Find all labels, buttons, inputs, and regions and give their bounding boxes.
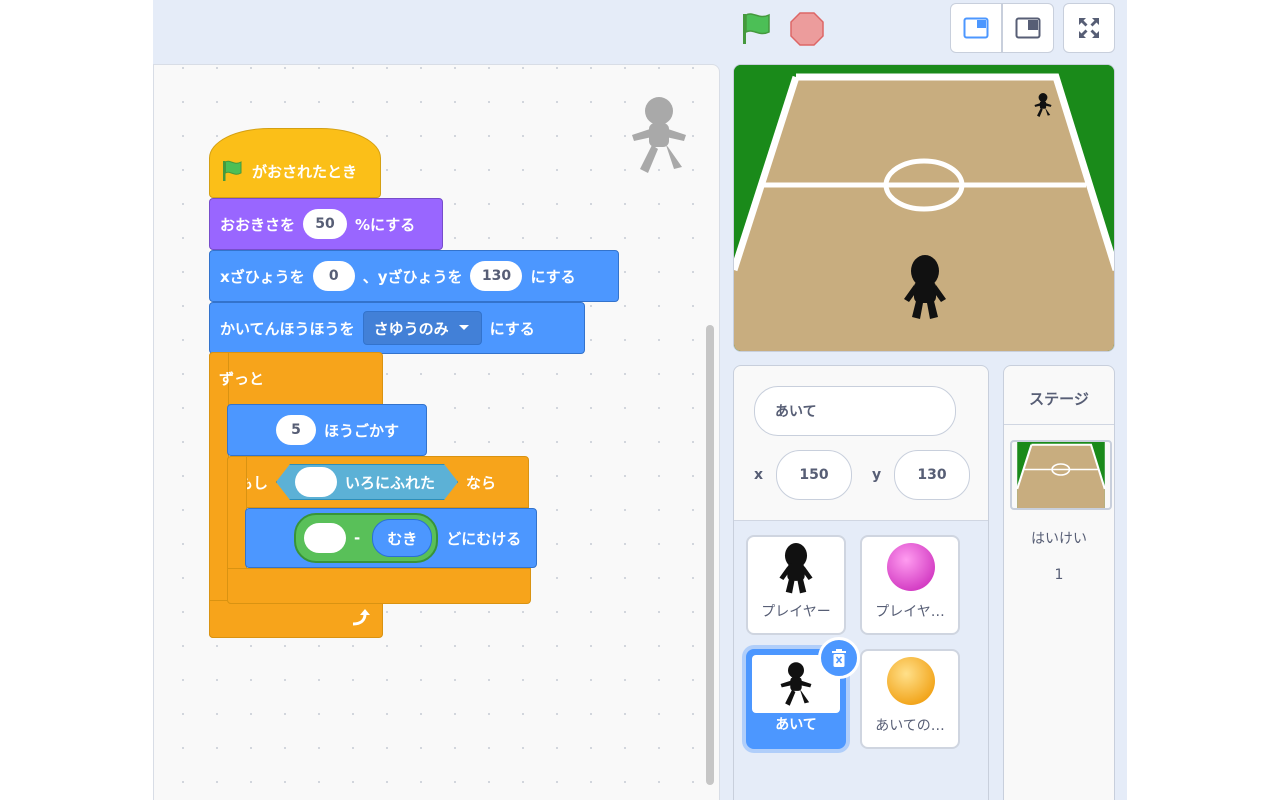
pink-ball-icon — [887, 543, 935, 591]
player-silhouette-icon — [779, 543, 813, 594]
fullscreen-icon — [1079, 18, 1099, 38]
goto-prefix: xざひょうを — [220, 267, 305, 286]
backdrop-label: はいけい — [1031, 531, 1087, 547]
move-steps-block[interactable]: 5 ほうごかす — [227, 404, 427, 456]
sprite-list: プレイヤー プレイヤ… あいて あいての… — [734, 520, 988, 800]
hat-label: がおされたとき — [252, 162, 358, 181]
set-size-suffix: %にする — [355, 215, 416, 234]
x-position-value: 150 — [799, 467, 829, 483]
rotation-suffix: にする — [489, 319, 535, 338]
y-label: y — [872, 467, 882, 483]
loop-arrow-icon — [352, 609, 370, 626]
delete-sprite-button[interactable] — [818, 637, 860, 679]
small-stage-button[interactable] — [950, 3, 1002, 53]
when-flag-clicked-block[interactable]: がおされたとき — [209, 128, 381, 198]
set-rotation-style-block[interactable]: かいてんほうほうを さゆうのみ にする — [209, 302, 585, 354]
green-flag-icon — [743, 13, 770, 44]
steps-input[interactable]: 5 — [276, 415, 316, 445]
color-swatch[interactable] — [295, 467, 337, 497]
y-input[interactable]: 130 — [470, 261, 523, 291]
large-stage-icon — [1015, 17, 1041, 39]
left-margin — [0, 0, 153, 800]
backdrop-thumbnail — [1010, 440, 1112, 510]
green-flag-button[interactable] — [739, 10, 773, 46]
sprite-tile-label: あいての… — [875, 718, 945, 734]
touching-color-block[interactable]: いろにふれた — [276, 464, 458, 500]
point-in-direction-block[interactable]: - むき どにむける — [245, 508, 537, 568]
sprite-tile-label: あいて — [775, 717, 817, 733]
subtract-operator-block[interactable]: - むき — [294, 513, 439, 563]
workspace-scrollbar[interactable] — [706, 325, 714, 785]
goto-suffix: にする — [530, 267, 576, 286]
forever-label: ずっと — [219, 370, 265, 388]
stage-title: ステージ — [1029, 390, 1089, 408]
set-size-prefix: おおきさを — [220, 215, 296, 234]
stop-icon — [790, 12, 824, 46]
rotation-option: さゆうのみ — [373, 319, 449, 338]
trash-icon — [832, 649, 846, 667]
size-input[interactable]: 50 — [303, 209, 348, 239]
move-label: ほうごかす — [324, 421, 400, 440]
sprite-name-value: あいて — [775, 404, 817, 420]
large-stage-button[interactable] — [1002, 3, 1054, 53]
touching-color-label: いろにふれた — [345, 473, 436, 492]
opponent-silhouette-icon — [780, 662, 812, 706]
orange-ball-icon — [887, 657, 935, 705]
sprite-tile-player[interactable]: プレイヤー — [746, 535, 846, 635]
goto-xy-block[interactable]: xざひょうを 0 、yざひょうを 130 にする — [209, 250, 619, 302]
x-position-field[interactable]: 150 — [776, 450, 852, 500]
goto-mid: 、yざひょうを — [362, 267, 463, 286]
sprite-name-field[interactable]: あいて — [754, 386, 956, 436]
x-label: x — [754, 467, 764, 483]
point-label: どにむける — [446, 529, 522, 548]
sprite-info-pane: あいて x 150 y 130 プレイヤー プレイヤ… あいて あいての… — [733, 365, 989, 800]
y-position-field[interactable]: 130 — [894, 450, 970, 500]
sprite-tile-player-ball[interactable]: プレイヤ… — [860, 535, 960, 635]
backdrop-count: 1 — [1054, 567, 1064, 583]
sprite-tile-label: プレイヤ… — [875, 604, 945, 620]
minus-sign: - — [354, 529, 361, 547]
subtract-left-input[interactable] — [304, 523, 346, 553]
stage[interactable] — [733, 64, 1115, 352]
x-input[interactable]: 0 — [312, 261, 355, 291]
set-size-block[interactable]: おおきさを 50 %にする — [209, 198, 443, 250]
rotation-prefix: かいてんほうほうを — [220, 319, 355, 338]
stop-button[interactable] — [789, 11, 825, 47]
sprite-tile-opponent-ball[interactable]: あいての… — [860, 649, 960, 749]
opponent-sprite — [1034, 93, 1052, 117]
right-margin — [1127, 0, 1280, 800]
y-position-value: 130 — [917, 467, 947, 483]
scratch-editor: がおされたとき おおきさを 50 %にする xざひょうを 0 、yざひょうを 1… — [153, 0, 1127, 800]
stage-selector-pane[interactable]: ステージ はいけい 1 — [1003, 365, 1115, 800]
sprite-tile-label: プレイヤー — [761, 604, 831, 620]
rotation-style-dropdown[interactable]: さゆうのみ — [362, 311, 482, 345]
player-sprite — [904, 255, 946, 319]
flag-icon — [223, 160, 242, 181]
direction-reporter[interactable]: むき — [372, 519, 433, 557]
fullscreen-button[interactable] — [1063, 3, 1115, 53]
dropdown-arrow-icon — [458, 325, 469, 330]
sprite-ghost-icon — [632, 97, 686, 173]
then-label: なら — [466, 473, 497, 492]
small-stage-icon — [963, 17, 989, 39]
